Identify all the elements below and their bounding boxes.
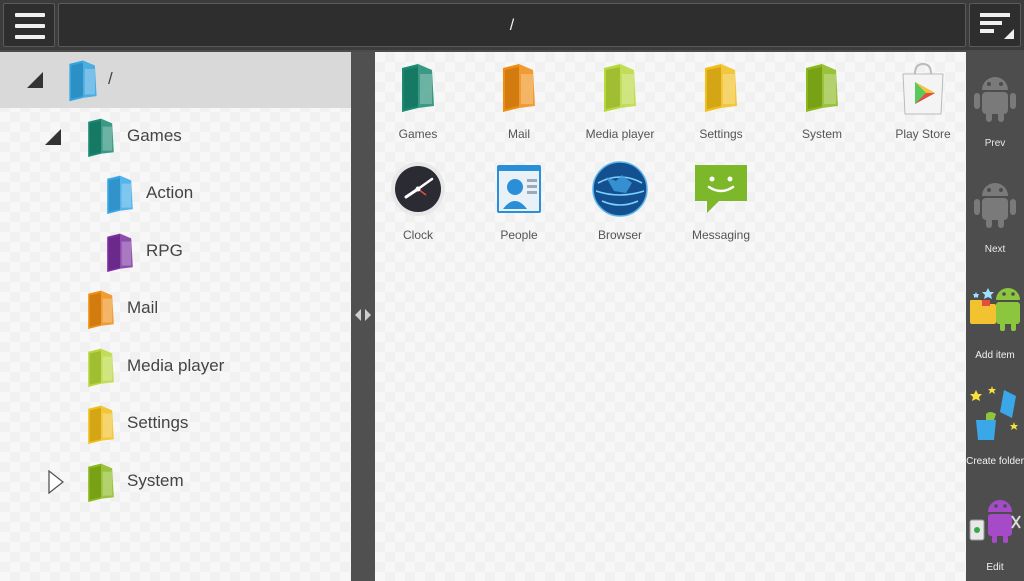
tree-item[interactable]: Action — [0, 166, 351, 222]
prev-label: Prev — [984, 138, 1006, 149]
resize-handle-icon — [355, 309, 371, 321]
sort-icon — [980, 13, 1014, 39]
tree-item-label: Settings — [127, 413, 189, 432]
tree-item[interactable]: Mail — [0, 281, 351, 337]
globe-icon — [592, 161, 648, 217]
tree-item-label: Mail — [127, 298, 159, 317]
android-forward-icon — [974, 183, 1016, 228]
grid-item[interactable]: Settings — [671, 60, 771, 150]
clock-icon — [391, 162, 445, 216]
tree-item[interactable]: Games — [0, 109, 351, 165]
grid-item[interactable]: System — [772, 60, 872, 150]
folder-tree: / Games Action RPG Mail Media player Settings S… — [0, 52, 351, 581]
add-item-icon — [970, 288, 1020, 331]
tree-item[interactable]: Settings — [0, 396, 351, 452]
sort-button[interactable] — [969, 3, 1021, 47]
grid-item-label: Clock — [402, 228, 433, 242]
expand-arrow-icon[interactable] — [48, 469, 65, 495]
grid-item[interactable]: Mail — [469, 60, 569, 150]
grid-item[interactable]: Play Store — [873, 60, 973, 150]
edit-icon — [969, 500, 1021, 543]
folder-icon — [402, 64, 434, 112]
folder-icon — [88, 348, 114, 387]
prev-button[interactable]: Prev — [966, 52, 1024, 158]
grid-item[interactable]: Messaging — [671, 161, 771, 251]
menu-button[interactable] — [3, 3, 55, 47]
add-item-label: Add item — [975, 350, 1015, 361]
tree-item-label: Media player — [127, 356, 225, 375]
grid-item-label: Media player — [585, 127, 655, 141]
folder-icon — [88, 118, 114, 157]
folder-icon — [806, 64, 838, 112]
grid-item[interactable]: Games — [368, 60, 468, 150]
grid-item-label: Browser — [597, 228, 642, 242]
tree-item-label: Games — [127, 126, 182, 145]
people-icon — [497, 165, 541, 213]
grid-item-label: Messaging — [691, 228, 751, 242]
grid-item[interactable]: Media player — [570, 60, 670, 150]
play-store-icon — [902, 62, 944, 115]
folder-icon — [503, 64, 535, 112]
next-button[interactable]: Next — [966, 158, 1024, 264]
collapse-arrow-icon[interactable] — [44, 128, 62, 146]
add-item-button[interactable]: Add item — [966, 264, 1024, 370]
grid-item-label: Play Store — [895, 127, 951, 141]
tree-item[interactable]: RPG — [0, 224, 351, 280]
path-title-bar: / — [58, 3, 966, 47]
folder-icon — [88, 290, 114, 329]
tree-item-label: Action — [146, 183, 194, 202]
folder-icon — [107, 175, 133, 214]
tree-item-label: System — [127, 471, 184, 490]
tree-item-label: / — [108, 69, 113, 88]
create-folder-button[interactable]: Create folder — [966, 370, 1024, 476]
collapse-arrow-icon[interactable] — [26, 71, 44, 89]
grid-item-label: Mail — [507, 127, 530, 141]
page-title: / — [509, 17, 515, 34]
tree-item-label: RPG — [146, 241, 183, 260]
folder-icon — [88, 405, 114, 444]
grid-item[interactable]: Browser — [570, 161, 670, 251]
create-folder-icon — [970, 386, 1018, 440]
hamburger-icon — [15, 13, 45, 39]
tree-item[interactable]: / — [0, 52, 351, 108]
tree-item[interactable]: Media player — [0, 339, 351, 395]
grid-item[interactable]: Clock — [368, 161, 468, 251]
folder-icon — [88, 463, 114, 502]
grid-item-label: Games — [398, 127, 438, 141]
folder-icon — [69, 60, 97, 102]
grid-item[interactable]: People — [469, 161, 569, 251]
grid-item-label: Settings — [699, 127, 743, 141]
action-bar: Prev Next Add item Create folder Edit — [966, 52, 1024, 581]
items-grid: Games Mail Media player Settings System Play … — [375, 52, 966, 581]
create-folder-label: Create folder — [966, 456, 1024, 467]
top-bar: / — [0, 0, 1024, 50]
next-label: Next — [984, 244, 1006, 255]
grid-item-label: System — [801, 127, 842, 141]
grid-item-label: People — [500, 228, 538, 242]
android-back-icon — [974, 77, 1016, 122]
tree-item[interactable]: System — [0, 454, 351, 510]
messaging-icon — [695, 165, 747, 213]
folder-icon — [705, 64, 737, 112]
edit-button[interactable]: Edit — [966, 476, 1024, 581]
folder-icon — [604, 64, 636, 112]
edit-label: Edit — [986, 562, 1004, 573]
folder-icon — [107, 233, 133, 272]
